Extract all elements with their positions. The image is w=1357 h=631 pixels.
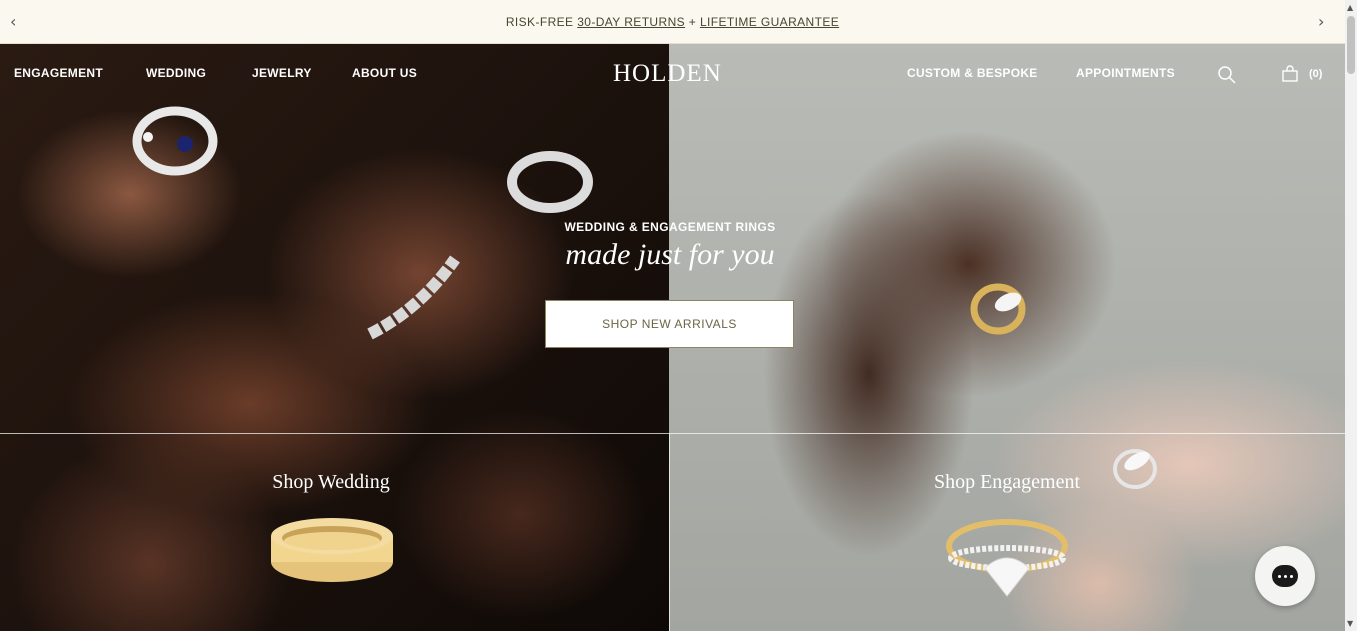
announcement-bar: ‹ RISK-FREE 30-DAY RETURNS + LIFETIME GU… [0, 0, 1345, 44]
hero-tagline: made just for you [565, 238, 775, 271]
scroll-up-arrow-icon[interactable]: ▲ [1347, 3, 1353, 12]
cart-count[interactable]: (0) [1309, 68, 1322, 80]
shop-new-arrivals-button[interactable]: SHOP NEW ARRIVALS [545, 300, 794, 348]
scroll-down-arrow-icon[interactable]: ▼ [1347, 619, 1353, 628]
guarantee-link[interactable]: LIFETIME GUARANTEE [700, 15, 839, 29]
scrollbar[interactable]: ▲ ▼ [1345, 0, 1357, 631]
chat-bubble-icon [1272, 565, 1298, 587]
nav-appointments[interactable]: APPOINTMENTS [1076, 66, 1175, 80]
section-divider-vertical [669, 433, 670, 631]
shop-engagement-link[interactable]: Shop Engagement [887, 471, 1127, 494]
hero-banner: ENGAGEMENT WEDDING JEWELRY ABOUT US HOLD… [0, 44, 1345, 631]
sapphire-ring-image [132, 106, 218, 176]
announcement-prefix: RISK-FREE [505, 14, 574, 29]
nav-jewelry[interactable]: JEWELRY [252, 66, 312, 80]
logo[interactable]: HOLDEN [613, 60, 722, 88]
gold-marquise-ring-image [970, 283, 1026, 335]
scrollbar-thumb[interactable] [1347, 16, 1355, 74]
hero-eyebrow: WEDDING & ENGAGEMENT RINGS [564, 220, 776, 234]
section-divider-horizontal [0, 433, 1345, 434]
wedding-band-image[interactable] [268, 514, 396, 586]
main-nav: ENGAGEMENT WEDDING JEWELRY ABOUT US HOLD… [0, 44, 1345, 104]
shopping-bag-icon[interactable] [1281, 65, 1299, 83]
silver-band-image [507, 151, 593, 213]
chevron-right-icon[interactable]: › [1318, 12, 1325, 31]
chat-button[interactable] [1255, 546, 1315, 606]
nav-custom-bespoke[interactable]: CUSTOM & BESPOKE [907, 66, 1038, 80]
nav-engagement[interactable]: ENGAGEMENT [14, 66, 103, 80]
nav-wedding[interactable]: WEDDING [146, 66, 206, 80]
search-icon[interactable] [1217, 65, 1237, 85]
chevron-left-icon[interactable]: ‹ [10, 12, 17, 31]
shop-wedding-link[interactable]: Shop Wedding [211, 471, 451, 494]
returns-link[interactable]: 30-DAY RETURNS [577, 15, 685, 29]
announcement-plus: + [688, 14, 697, 29]
nav-about-us[interactable]: ABOUT US [352, 66, 417, 80]
engagement-ring-image[interactable] [945, 516, 1070, 601]
